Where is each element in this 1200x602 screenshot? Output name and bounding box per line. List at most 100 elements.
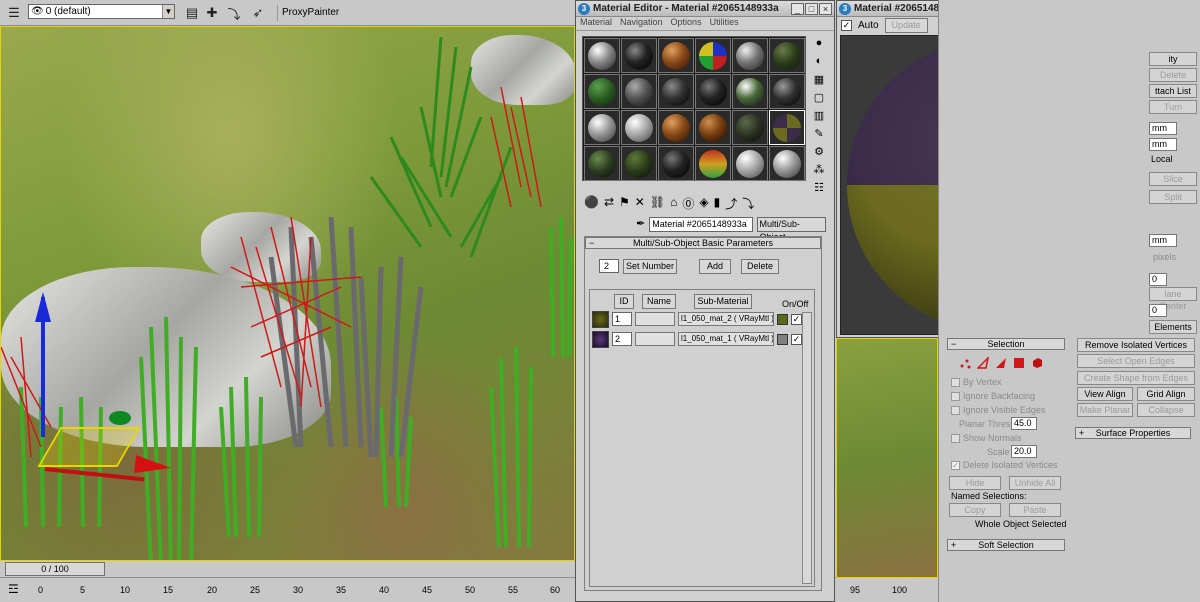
cp-spinner[interactable]: 0 [1149,304,1167,317]
minimize-button[interactable]: _ [791,2,804,15]
paste-button[interactable]: Paste [1009,503,1061,517]
make-planar-button[interactable]: Make Planar [1077,403,1133,417]
select-by-material-icon[interactable]: ⁂ [812,163,826,177]
sample-slot[interactable] [732,146,768,181]
ignore-backfacing-checkbox[interactable]: Ignore Backfacing [951,391,1035,401]
show-map-icon[interactable]: ◈ [699,195,708,213]
cp-spinner[interactable]: mm [1149,138,1177,151]
sample-slot[interactable] [621,38,657,73]
sample-slot[interactable] [658,74,694,109]
add-to-layer-icon[interactable]: ⤵ [224,3,244,23]
make-unique-icon[interactable]: ⛓ [650,195,665,213]
sample-slot[interactable] [658,38,694,73]
create-layer-icon[interactable]: ✚ [202,3,222,23]
background-icon[interactable]: ▦ [812,73,826,87]
sample-slot[interactable] [732,110,768,145]
auto-checkbox[interactable]: ✓ [841,19,852,31]
remove-isolated-vertices-button[interactable]: Remove Isolated Vertices [1077,338,1195,352]
chevron-down-icon[interactable]: ▼ [162,5,174,18]
create-shape-from-edges-button[interactable]: Create Shape from Edges [1077,371,1195,385]
delete-button[interactable]: Delete [741,259,779,274]
pick-material-icon[interactable]: ✒ [636,217,645,233]
make-preview-icon[interactable]: ✎ [812,127,826,141]
submaterial-color-swatch[interactable] [777,333,788,345]
get-material-icon[interactable]: ⚫ [584,195,599,213]
sample-slot[interactable] [584,74,620,109]
cp-slice-button[interactable]: Slice [1149,172,1197,186]
sample-slot[interactable] [769,74,805,109]
sample-slot[interactable] [584,146,620,181]
move-gizmo-z-axis[interactable] [109,411,131,425]
select-open-edges-button[interactable]: Select Open Edges [1077,354,1195,368]
layer-dropdown[interactable]: 👁 0 (default) ▼ [28,4,175,19]
cp-elements-button[interactable]: Elements [1149,320,1197,334]
cp-turn-button[interactable]: Turn [1149,100,1197,114]
submaterial-id-field[interactable]: 2 [612,332,632,346]
cp-spinner[interactable]: mm [1149,234,1177,247]
select-layer-icon[interactable]: ➶ [248,3,268,23]
close-button[interactable]: × [819,2,832,15]
put-to-library-icon[interactable]: ⌂ [670,195,677,213]
cp-delete-button[interactable]: Delete [1149,68,1197,82]
show-normals-checkbox[interactable]: Show Normals [951,433,1022,443]
sample-slot[interactable] [584,38,620,73]
menu-utilities[interactable]: Utilities [710,17,739,30]
menu-options[interactable]: Options [671,17,702,30]
sample-slot[interactable] [732,38,768,73]
cp-button[interactable]: ity [1149,52,1197,66]
cp-plane-center-button[interactable]: lane Center [1149,287,1197,311]
rollout-header[interactable]: − Multi/Sub-Object Basic Parameters [585,237,821,249]
cp-spinner[interactable]: mm [1149,122,1177,135]
material-type-button[interactable]: Multi/Sub-Object [756,217,826,242]
material-name-field[interactable]: Material #2065148933a [649,217,753,232]
sort-by-id-button[interactable]: ID [614,294,634,309]
vertex-mode-icon[interactable] [959,357,971,369]
polygon-mode-icon[interactable] [1013,357,1025,369]
options-icon[interactable]: ⚙ [812,145,826,159]
edge-mode-icon[interactable] [977,357,989,369]
submaterial-name-field[interactable] [635,332,675,346]
menu-navigation[interactable]: Navigation [620,17,663,30]
put-to-scene-icon[interactable]: ⇄ [604,195,614,213]
move-gizmo-x-arrow[interactable] [134,455,172,477]
delete-isolated-vertices-checkbox[interactable]: ✓ Delete Isolated Vertices [951,460,1058,470]
cp-split-button[interactable]: Split [1149,190,1197,204]
sample-slot[interactable] [695,146,731,181]
set-number-field[interactable]: 2 [599,259,619,273]
backlight-icon[interactable]: ◐ [812,55,826,69]
sample-slot[interactable] [621,146,657,181]
planar-thresh-spinner[interactable]: 45.0 [1011,417,1037,430]
layers-icon[interactable]: ☰ [4,3,24,23]
collapse-button[interactable]: Collapse [1137,403,1195,417]
sample-slot[interactable] [769,146,805,181]
sample-type-icon[interactable]: ● [812,37,826,51]
unhide-all-button[interactable]: Unhide All [1009,476,1061,490]
selection-rollout[interactable]: − Selection [947,338,1065,350]
sample-slot[interactable] [584,110,620,145]
sample-slot-active[interactable] [769,110,805,145]
sort-by-submaterial-button[interactable]: Sub-Material [694,294,752,309]
submaterial-on-checkbox[interactable]: ✓ [791,313,802,325]
sample-slot[interactable] [658,110,694,145]
move-gizmo-y-arrow[interactable] [35,292,51,322]
sample-slot[interactable] [658,146,694,181]
cp-attach-list-button[interactable]: ttach List [1149,84,1197,98]
ignore-visible-edges-checkbox[interactable]: Ignore Visible Edges [951,405,1045,415]
soft-selection-rollout[interactable]: + Soft Selection [947,539,1065,551]
face-mode-icon[interactable] [995,357,1007,369]
sample-slot[interactable] [621,74,657,109]
submaterial-on-checkbox[interactable]: ✓ [791,333,802,345]
update-button[interactable]: Update [884,17,928,33]
view-align-button[interactable]: View Align [1077,387,1133,401]
material-map-navigator-icon[interactable]: ☷ [812,181,826,195]
time-slider-thumb[interactable]: 0 / 100 [5,562,105,576]
key-filter-icon[interactable]: ☲ [8,582,19,596]
cp-local-option[interactable]: Local [1151,154,1173,164]
set-number-button[interactable]: Set Number [623,259,677,274]
sample-slot[interactable] [695,110,731,145]
element-mode-icon[interactable] [1031,357,1043,369]
copy-button[interactable]: Copy [949,503,1001,517]
sample-slot[interactable] [732,74,768,109]
submaterial-button[interactable]: l1_050_mat_2 ( VRayMtl ) [678,312,774,326]
surface-properties-rollout[interactable]: + Surface Properties [1075,427,1191,439]
